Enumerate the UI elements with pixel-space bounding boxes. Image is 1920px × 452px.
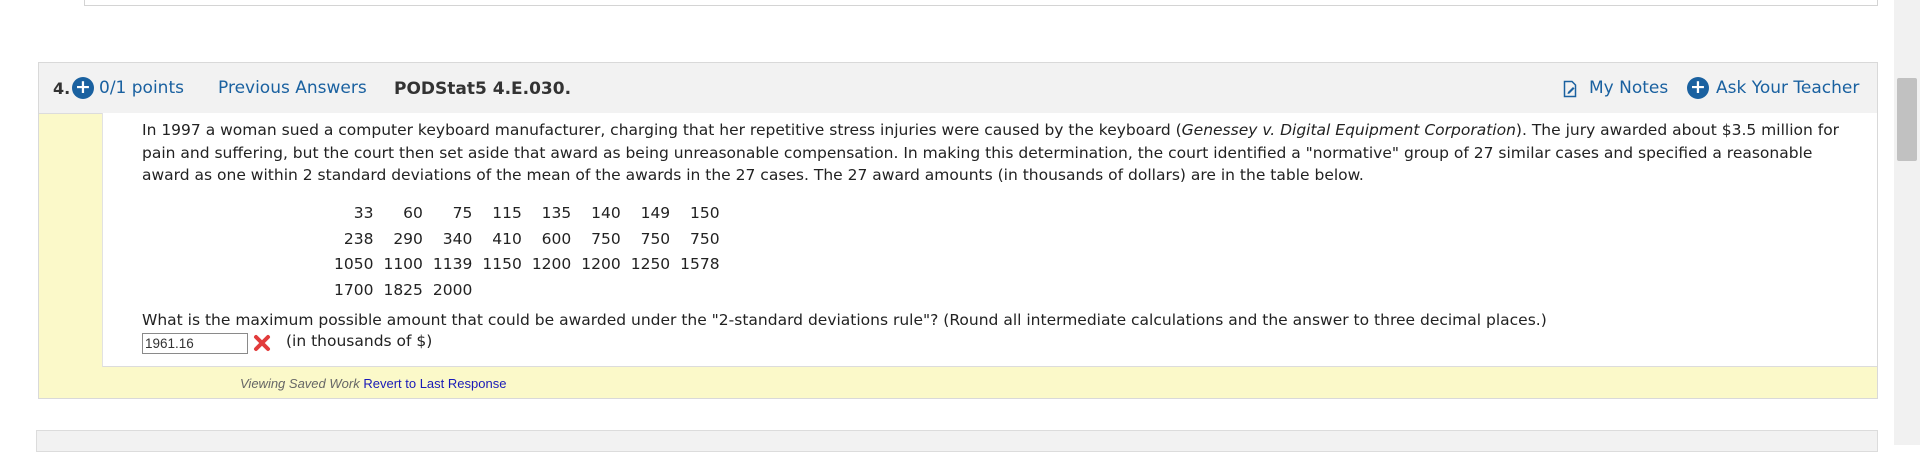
award-cell: 238 [343, 229, 374, 248]
award-cell: 75 [452, 204, 473, 222]
award-cell: 600 [541, 229, 572, 248]
question-card: 4. + 0/1 points Previous Answers PODStat… [38, 62, 1878, 399]
award-cell: 340 [442, 229, 473, 248]
notes-icon[interactable] [1563, 80, 1577, 98]
award-cell: 1700 [334, 280, 374, 299]
award-cell: 140 [591, 204, 621, 222]
points-link[interactable]: 0/1 points [99, 78, 184, 98]
question-header: 4. + 0/1 points Previous Answers PODStat… [39, 63, 1877, 114]
award-cell: 750 [690, 229, 720, 248]
award-amounts-table: 33 60 75 115 135 140 149 150 238 290 340 410 600 750 7… [329, 201, 725, 303]
award-cell: 750 [640, 229, 671, 248]
question-text: What is the maximum possible amount that… [142, 311, 1547, 329]
case-name: Genessey v. Digital Equipment Corporatio… [1181, 121, 1516, 139]
award-cell: 1139 [432, 255, 473, 273]
next-question-card [36, 430, 1878, 452]
award-cell: 750 [591, 229, 621, 248]
ask-teacher-link[interactable]: Ask Your Teacher [1716, 78, 1859, 98]
award-cell: 1150 [482, 255, 522, 273]
award-row: 238 290 340 410 600 750 750 750 [329, 227, 725, 253]
ask-teacher-plus-icon[interactable]: + [1687, 77, 1709, 99]
award-cell: 135 [541, 204, 572, 222]
previous-question-card [84, 0, 1878, 6]
incorrect-x-icon [254, 335, 270, 351]
award-cell: 1825 [383, 280, 423, 299]
question-body: In 1997 a woman sued a computer keyboard… [102, 113, 1877, 367]
answer-input[interactable] [142, 333, 248, 354]
award-cell [626, 278, 675, 304]
prompt-text-part1: In 1997 a woman sued a computer keyboard… [142, 121, 1182, 139]
question-code: PODStat5 4.E.030. [394, 79, 572, 99]
award-row: 1700 1825 2000 [329, 278, 725, 304]
award-cell: 1200 [581, 255, 621, 273]
scrollbar-thumb[interactable] [1897, 78, 1917, 161]
award-cell: 115 [492, 204, 522, 222]
award-cell: 60 [403, 204, 423, 222]
award-cell: 410 [492, 229, 522, 248]
award-cell: 290 [393, 229, 423, 248]
question-prompt: In 1997 a woman sued a computer keyboard… [142, 119, 1862, 187]
question-number: 4. [53, 79, 71, 98]
revert-link[interactable]: Revert to Last Response [363, 376, 506, 391]
award-row: 33 60 75 115 135 140 149 150 [329, 201, 725, 227]
award-cell: 2000 [432, 280, 473, 299]
saved-work-note: Viewing Saved Work Revert to Last Respon… [240, 376, 506, 391]
award-cell [527, 278, 576, 304]
previous-answers-link[interactable]: Previous Answers [218, 78, 367, 98]
my-notes-link[interactable]: My Notes [1589, 78, 1668, 98]
award-cell: 1050 [334, 255, 374, 273]
scrollbar-track[interactable] [1894, 0, 1920, 445]
award-cell [675, 278, 724, 304]
award-cell: 1100 [383, 255, 423, 273]
award-cell: 150 [690, 204, 720, 222]
points-plus-icon[interactable]: + [72, 77, 94, 99]
award-cell: 1250 [630, 255, 671, 273]
answer-unit: (in thousands of $) [286, 332, 433, 350]
award-cell: 33 [353, 204, 374, 222]
award-cell: 1578 [680, 255, 720, 273]
award-cell [477, 278, 526, 304]
award-row: 1050 1100 1139 1150 1200 1200 1250 1578 [329, 252, 725, 278]
award-cell: 149 [640, 204, 671, 222]
award-cell: 1200 [531, 255, 572, 273]
saved-work-label: Viewing Saved Work [240, 376, 360, 391]
award-cell [576, 278, 625, 304]
